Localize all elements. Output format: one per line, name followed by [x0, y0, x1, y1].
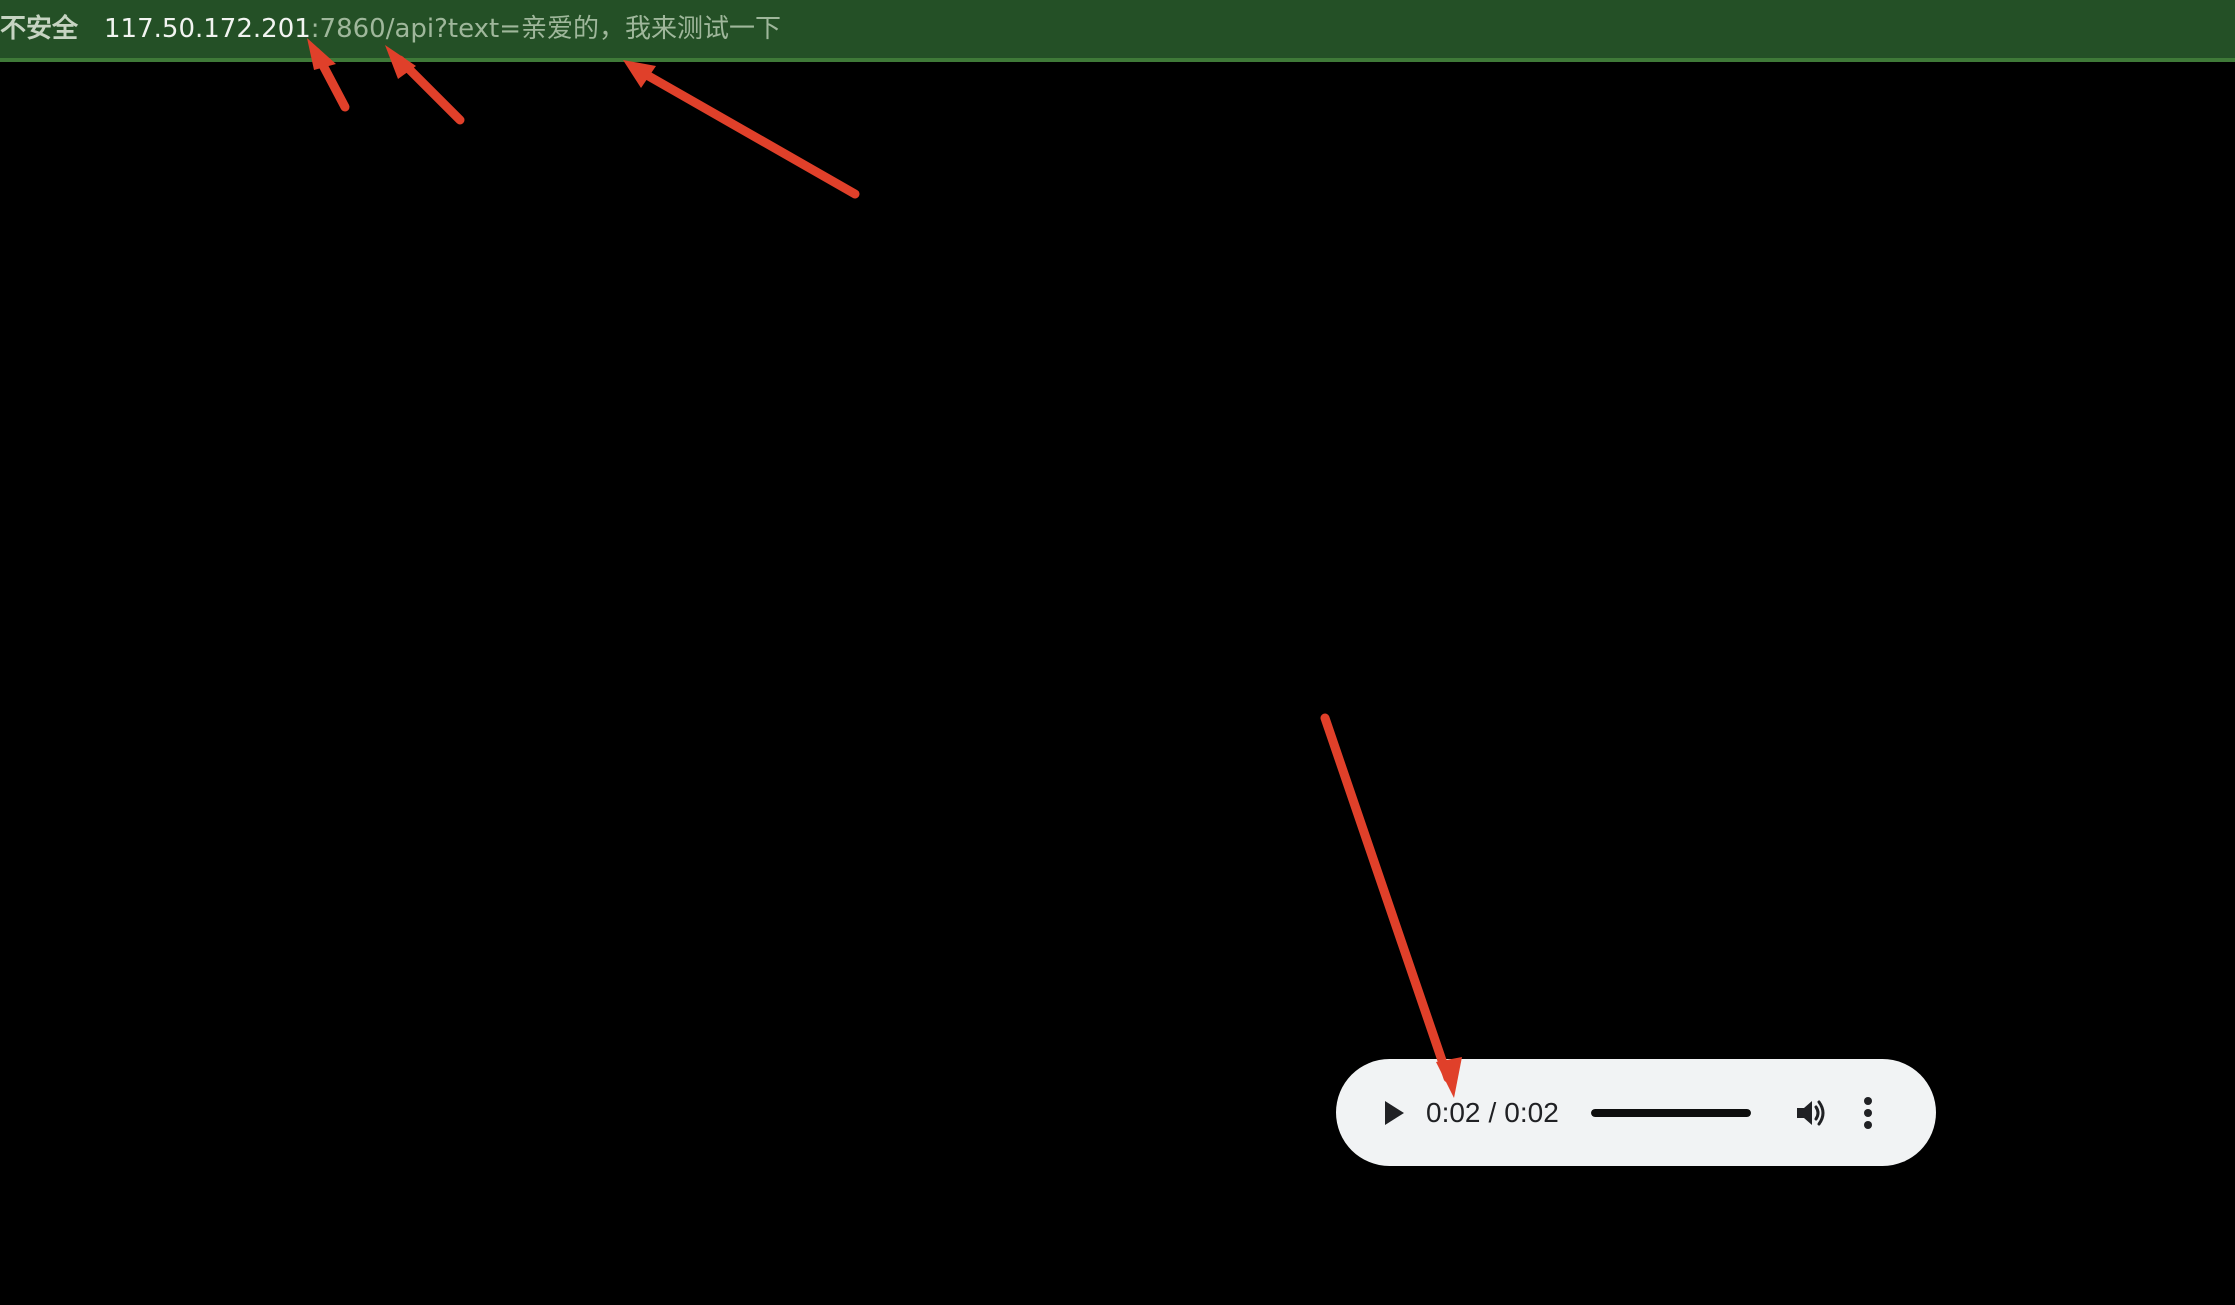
annotation-arrow-text — [640, 69, 860, 199]
annotation-arrowhead-text — [623, 60, 656, 88]
url-path-query: :7860/api?text=亲爱的，我来测试一下 — [310, 14, 782, 44]
progress-fill — [1590, 1108, 1751, 1117]
volume-button[interactable] — [1791, 1093, 1831, 1133]
annotation-arrow-time — [1320, 713, 1453, 1083]
current-time: 0:02 — [1426, 1096, 1481, 1128]
duration: 0:02 — [1504, 1096, 1559, 1128]
volume-icon — [1796, 1100, 1825, 1125]
more-options-button[interactable] — [1853, 1093, 1883, 1133]
play-button[interactable] — [1374, 1093, 1414, 1133]
url-host: 117.50.172.201 — [104, 14, 311, 44]
security-warning-label[interactable]: 不安全 — [0, 0, 78, 58]
annotation-arrow-api — [395, 55, 465, 125]
url-text[interactable]: 117.50.172.201:7860/api?text=亲爱的，我来测试一下 — [104, 0, 781, 58]
address-bar[interactable]: 不安全 117.50.172.201:7860/api?text=亲爱的，我来测… — [0, 0, 2235, 62]
time-separator: / — [1488, 1096, 1497, 1128]
time-display: 0:02 / 0:02 — [1426, 1097, 1559, 1129]
progress-bar[interactable] — [1590, 1108, 1751, 1117]
audio-player[interactable]: 0:02 / 0:02 — [1336, 1059, 1936, 1166]
play-icon — [1385, 1100, 1404, 1125]
more-vertical-icon — [1863, 1096, 1872, 1129]
browser-page: 不安全 117.50.172.201:7860/api?text=亲爱的，我来测… — [0, 0, 2235, 1305]
